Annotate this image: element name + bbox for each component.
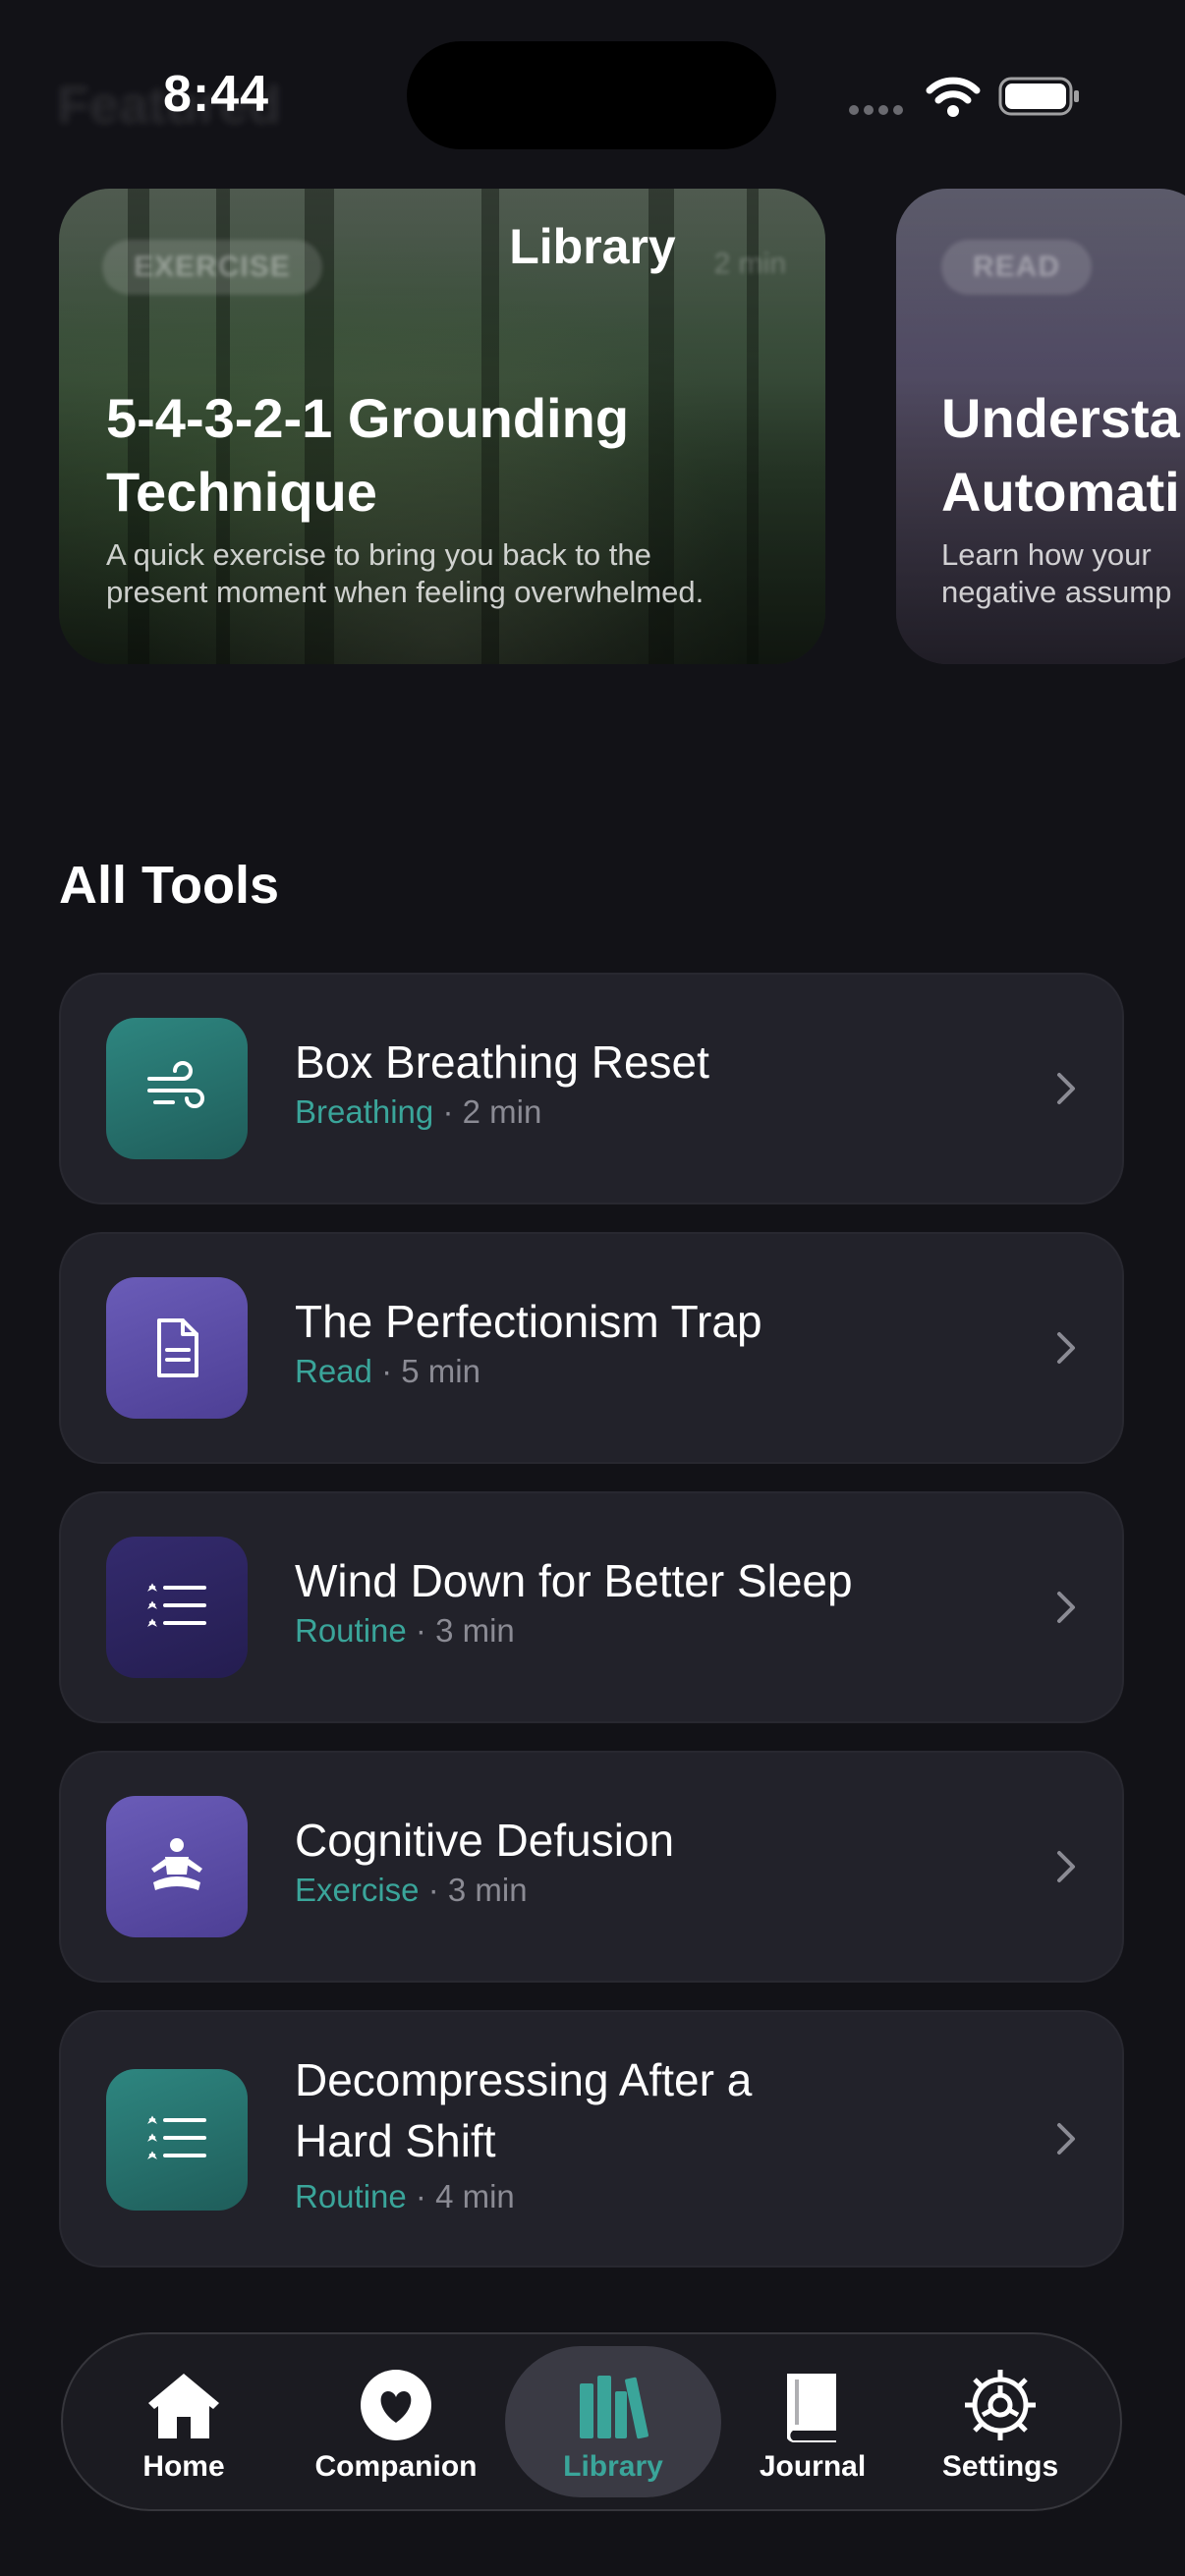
tool-meta: Read · 5 min xyxy=(295,1353,480,1389)
tool-row-box-breathing[interactable]: Box Breathing Reset Breathing · 2 min xyxy=(59,973,1124,1204)
tool-row-cognitive-defusion[interactable]: Cognitive Defusion Exercise · 3 min xyxy=(59,1751,1124,1983)
tool-title: Wind Down for Better Sleep xyxy=(295,1555,853,1606)
battery-icon xyxy=(998,77,1079,116)
tool-row-wind-down[interactable]: Wind Down for Better Sleep Routine · 3 m… xyxy=(59,1491,1124,1723)
chevron-right-icon xyxy=(1057,1073,1075,1104)
tool-row-perfectionism-trap[interactable]: The Perfectionism Trap Read · 5 min xyxy=(59,1232,1124,1464)
meditation-icon xyxy=(106,1796,248,1937)
featured-title: Understa Automati xyxy=(941,387,1180,523)
document-icon xyxy=(106,1277,248,1419)
heart-icon xyxy=(361,2370,431,2440)
tab-journal[interactable]: Journal xyxy=(749,2332,876,2511)
gear-icon xyxy=(965,2370,1036,2440)
chevron-right-icon xyxy=(1057,1851,1075,1882)
wifi-icon xyxy=(926,77,981,117)
wind-icon xyxy=(106,1018,248,1159)
checklist-icon xyxy=(106,1537,248,1678)
chevron-right-icon xyxy=(1057,2123,1075,2155)
tool-meta: Exercise · 3 min xyxy=(295,1872,528,1908)
tab-companion[interactable]: Companion xyxy=(307,2332,485,2511)
status-bar: Featured 8:44 xyxy=(0,0,1185,187)
books-icon xyxy=(580,2376,649,2439)
tool-meta: Routine · 4 min xyxy=(295,2178,515,2214)
tool-meta: Breathing · 2 min xyxy=(295,1093,542,1130)
checklist-icon xyxy=(106,2069,248,2211)
tab-library[interactable]: Library xyxy=(505,2332,721,2511)
book-icon xyxy=(787,2374,836,2442)
featured-description: Learn how your negative assump xyxy=(941,537,1172,609)
chevron-right-icon xyxy=(1057,1592,1075,1623)
featured-description: A quick exercise to bring you back to th… xyxy=(106,537,705,609)
tool-title: The Perfectionism Trap xyxy=(295,1296,762,1347)
tab-settings[interactable]: Settings xyxy=(922,2332,1079,2511)
tool-row-decompressing[interactable]: Decompressing After a Hard Shift Routine… xyxy=(59,2010,1124,2268)
tool-meta: Routine · 3 min xyxy=(295,1612,515,1649)
tab-bar: Home Companion Library Journal Settings xyxy=(61,2332,1122,2511)
chevron-right-icon xyxy=(1057,1332,1075,1364)
tool-title: Box Breathing Reset xyxy=(295,1036,709,1088)
dynamic-island xyxy=(407,41,776,149)
tab-home[interactable]: Home xyxy=(120,2332,248,2511)
featured-title: 5-4-3-2-1 Grounding Technique xyxy=(106,387,630,523)
tool-title: Cognitive Defusion xyxy=(295,1815,675,1866)
status-time: 8:44 xyxy=(163,66,270,123)
home-icon xyxy=(148,2374,219,2438)
page-title: Library xyxy=(509,219,676,274)
tool-title: Decompressing After a Hard Shift xyxy=(295,2054,753,2166)
section-title: All Tools xyxy=(59,856,279,915)
cellular-signal-icon xyxy=(849,102,908,115)
